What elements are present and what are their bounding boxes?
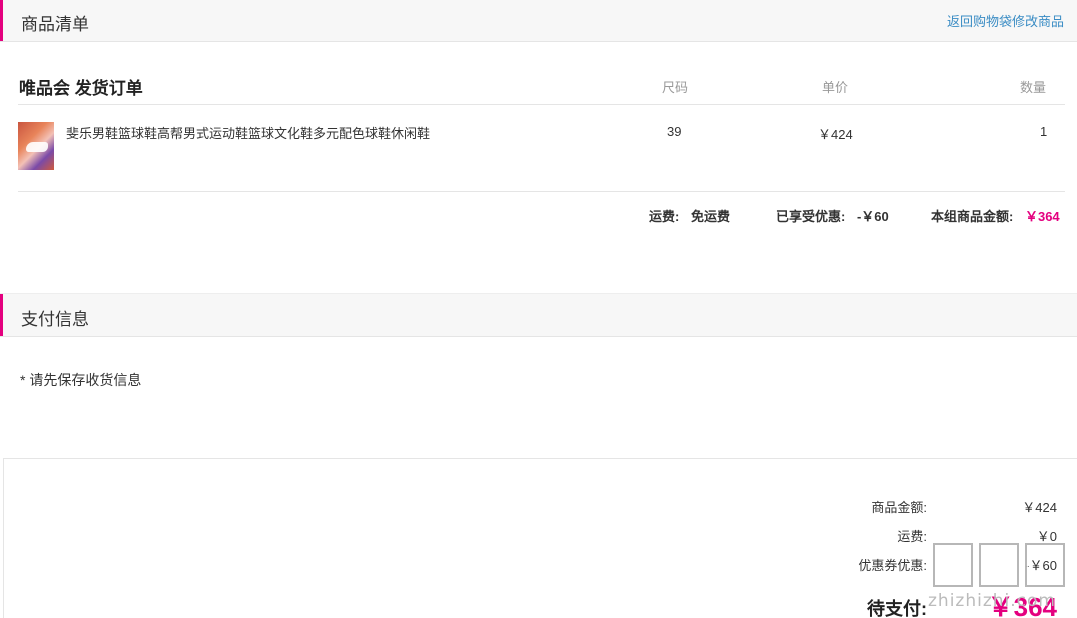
header-accent-bar — [0, 294, 3, 336]
goods-amount-label: 商品金额: — [871, 500, 927, 515]
goods-amount-value: ￥424 — [1022, 500, 1057, 515]
group-total-label: 本组商品金额: — [931, 209, 1014, 224]
shipping-fee-value: ￥0 — [1036, 529, 1057, 544]
shipping-summary-value: 免运费 — [690, 209, 730, 224]
group-total-summary: 本组商品金额: ￥364 — [931, 206, 1060, 225]
col-price-label: 单价 — [822, 80, 849, 95]
payment-info-header: 支付信息 — [0, 293, 1077, 337]
discount-summary-label: 已享受优惠: — [776, 209, 846, 224]
order-totals-panel: 商品金额: ￥424 运费: ￥0 优惠券优惠: -￥60 待支付: ￥364 — [3, 458, 1077, 618]
product-thumbnail[interactable] — [18, 122, 54, 170]
amount-due-value: ￥364 — [987, 592, 1057, 618]
col-qty-label: 数量 — [1020, 80, 1047, 95]
product-price: ￥424 — [818, 127, 853, 142]
save-address-notice: * 请先保存收货信息 — [20, 372, 142, 388]
product-qty: 1 — [1040, 124, 1048, 139]
product-size: 39 — [667, 124, 682, 139]
shipping-fee-label: 运费: — [897, 529, 927, 544]
discount-summary-value: -￥60 — [856, 209, 889, 224]
table-row: 斐乐男鞋篮球鞋高帮男式运动鞋篮球文化鞋多元配色球鞋休闲鞋 39 ￥424 1 — [18, 106, 1065, 192]
shop-order-title: 唯品会 发货订单 — [19, 79, 143, 98]
amount-due-label: 待支付: — [867, 599, 927, 618]
goods-list-header: 商品清单 返回购物袋修改商品 — [0, 0, 1077, 42]
order-table-header: 唯品会 发货订单 尺码 单价 数量 — [18, 72, 1065, 105]
col-size-label: 尺码 — [662, 80, 689, 95]
back-to-cart-link[interactable]: 返回购物袋修改商品 — [947, 11, 1064, 30]
coupon-discount-label: 优惠券优惠: — [858, 558, 927, 573]
group-total-value: ￥364 — [1024, 209, 1060, 224]
payment-info-title: 支付信息 — [21, 310, 89, 329]
shipping-summary-label: 运费: — [649, 209, 680, 224]
coupon-discount-value: -￥60 — [1025, 558, 1057, 573]
shipping-summary: 运费: 免运费 — [649, 206, 730, 225]
goods-list-title: 商品清单 — [21, 15, 89, 34]
header-accent-bar — [0, 0, 3, 41]
discount-summary: 已享受优惠: -￥60 — [776, 206, 889, 225]
product-name[interactable]: 斐乐男鞋篮球鞋高帮男式运动鞋篮球文化鞋多元配色球鞋休闲鞋 — [66, 123, 430, 142]
